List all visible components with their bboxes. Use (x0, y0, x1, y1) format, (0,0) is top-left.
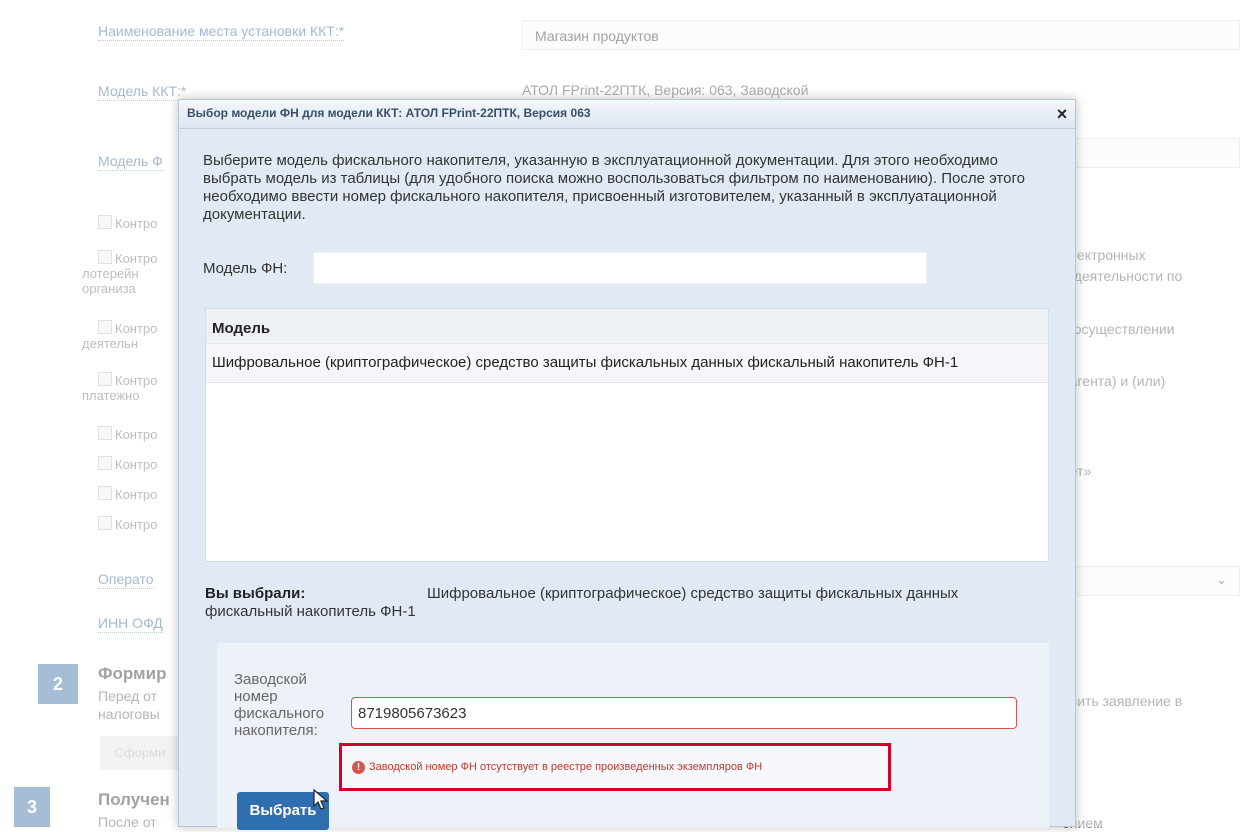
error-text: Заводской номер ФН отсутствует в реестре… (369, 761, 763, 773)
fn-model-table: Модель Шифровальное (криптографическое) … (205, 308, 1049, 562)
column-header-model: Модель (212, 320, 271, 337)
dialog-title: Выбор модели ФН для модели ККТ: АТОЛ FPr… (187, 106, 591, 120)
fn-model-filter-label: Модель ФН: (203, 260, 288, 277)
dialog-instructions: Выберите модель фискального накопителя, … (203, 152, 1025, 223)
serial-number-label: Заводской номер фискального накопителя: (234, 671, 325, 739)
fn-model-dialog: Выбор модели ФН для модели ККТ: АТОЛ FPr… (178, 99, 1076, 830)
dialog-header: Выбор модели ФН для модели ККТ: АТОЛ FPr… (179, 100, 1075, 129)
close-icon[interactable]: × (1053, 104, 1071, 124)
selected-value: Шифровальное (криптографическое) средств… (205, 585, 959, 620)
mouse-cursor-icon (313, 789, 329, 810)
table-row[interactable]: Шифровальное (криптографическое) средств… (206, 343, 1048, 383)
table-cell-model: Шифровальное (криптографическое) средств… (212, 354, 959, 371)
error-icon: ! (352, 761, 365, 774)
table-header: Модель (206, 309, 1048, 343)
error-message: ! Заводской номер ФН отсутствует в реест… (339, 743, 891, 791)
fn-model-filter-input[interactable] (313, 252, 927, 284)
serial-number-input[interactable] (351, 697, 1017, 729)
serial-number-form: Заводской номер фискального накопителя: … (217, 643, 1049, 830)
